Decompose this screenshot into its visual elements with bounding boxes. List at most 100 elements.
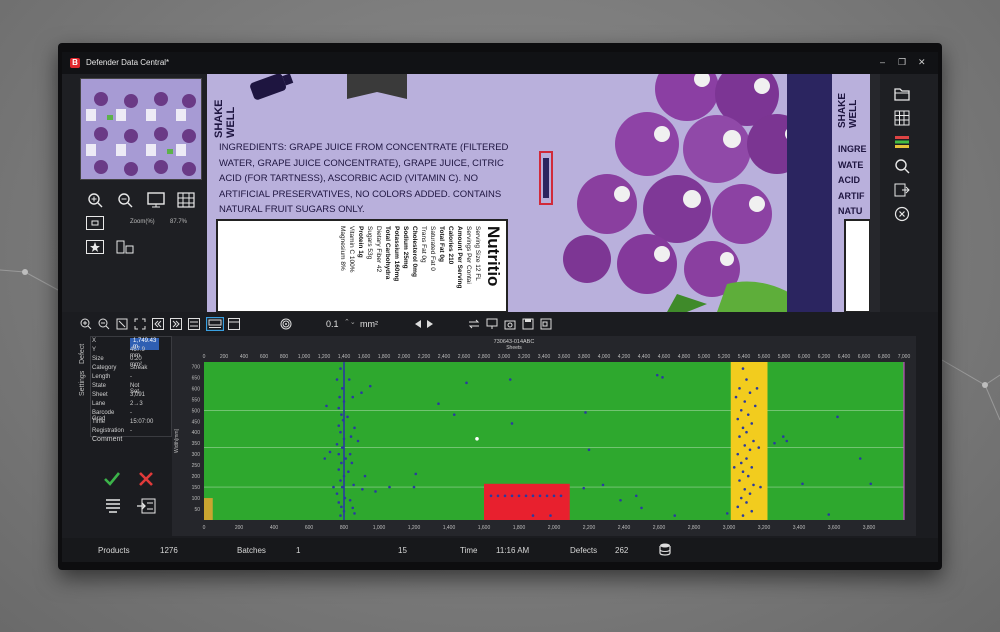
defect-point[interactable] xyxy=(736,452,740,456)
defect-point[interactable] xyxy=(587,448,591,452)
defect-point[interactable] xyxy=(388,485,391,489)
favorite-star-icon[interactable] xyxy=(86,240,104,254)
step-spinner-icon[interactable]: ⌃⌄ xyxy=(344,318,356,326)
defect-point[interactable] xyxy=(752,439,755,443)
defect-point[interactable] xyxy=(746,413,750,416)
defect-point[interactable] xyxy=(601,483,605,487)
defect-point[interactable] xyxy=(340,387,344,390)
accept-check-icon[interactable] xyxy=(104,472,120,486)
report-icon[interactable] xyxy=(540,318,552,330)
defect-point[interactable] xyxy=(352,483,355,487)
defect-point[interactable] xyxy=(858,457,862,460)
defect-point[interactable] xyxy=(752,483,755,487)
defect-point[interactable] xyxy=(337,468,341,471)
defect-point[interactable] xyxy=(748,391,752,395)
list-icon[interactable] xyxy=(104,498,122,514)
defect-point[interactable] xyxy=(343,496,347,500)
defect-point[interactable] xyxy=(340,461,343,465)
cancel-circle-icon[interactable] xyxy=(894,206,910,222)
grid-icon[interactable] xyxy=(177,192,195,208)
sheet-thumbnail[interactable] xyxy=(80,78,202,180)
defect-point[interactable] xyxy=(552,494,556,498)
defect-point[interactable] xyxy=(836,415,839,419)
defect-point[interactable] xyxy=(340,413,343,416)
defect-point[interactable] xyxy=(741,426,745,430)
defect-point[interactable] xyxy=(337,501,341,504)
defect-point[interactable] xyxy=(339,367,342,370)
defect-point[interactable] xyxy=(342,509,346,513)
fast-forward-icon[interactable] xyxy=(170,318,182,330)
tab-defect[interactable]: Defect xyxy=(79,344,86,364)
close-button[interactable]: ✕ xyxy=(918,57,926,67)
zoom-in-icon[interactable] xyxy=(80,318,92,330)
export-icon[interactable] xyxy=(894,182,910,198)
fit-frame-icon[interactable] xyxy=(86,216,104,230)
split-view-icon[interactable] xyxy=(228,318,240,330)
defect-point[interactable] xyxy=(738,435,741,438)
defect-point[interactable] xyxy=(538,494,542,498)
defect-point[interactable] xyxy=(750,422,754,425)
previous-defect-icon[interactable] xyxy=(412,318,424,330)
zoom-out-icon[interactable] xyxy=(98,318,110,330)
fingerprint-icon[interactable] xyxy=(280,318,292,330)
defect-point[interactable] xyxy=(339,479,342,482)
reject-x-icon[interactable] xyxy=(139,472,153,486)
defect-point[interactable] xyxy=(745,430,748,434)
folder-icon[interactable] xyxy=(894,86,910,102)
defect-scatter-plot[interactable]: 730643-014ABCSheets0 200 400 600 800 1,000 1,2… xyxy=(172,336,916,536)
defect-point[interactable] xyxy=(531,514,535,517)
defect-point[interactable] xyxy=(340,446,344,449)
defect-point[interactable] xyxy=(753,404,757,408)
defect-point[interactable] xyxy=(785,439,789,443)
swap-icon[interactable] xyxy=(468,318,480,330)
defect-point[interactable] xyxy=(510,422,514,425)
defect-point[interactable] xyxy=(757,446,761,449)
defect-point[interactable] xyxy=(335,442,339,446)
defect-point[interactable] xyxy=(741,367,745,370)
defect-point[interactable] xyxy=(584,411,587,414)
defect-point[interactable] xyxy=(341,418,345,422)
defect-point[interactable] xyxy=(347,470,350,474)
defect-point[interactable] xyxy=(748,492,752,495)
defect-point[interactable] xyxy=(745,378,748,381)
defect-point[interactable] xyxy=(337,406,341,410)
defect-point[interactable] xyxy=(508,378,512,381)
defect-point[interactable] xyxy=(745,501,748,504)
restore-button[interactable]: ❐ xyxy=(898,57,906,67)
table-icon[interactable] xyxy=(894,110,910,126)
defect-map-chart[interactable]: 730643-014ABC Sheets 0 200 400 600 800 1,000 1,2… xyxy=(172,336,916,536)
minimize-button[interactable]: – xyxy=(880,57,885,67)
defect-point[interactable] xyxy=(332,485,335,489)
defect-point[interactable] xyxy=(827,513,831,516)
defect-point[interactable] xyxy=(412,485,416,489)
defect-point[interactable] xyxy=(339,514,342,517)
defect-point[interactable] xyxy=(360,391,363,395)
defect-point[interactable] xyxy=(338,395,341,399)
defect-point[interactable] xyxy=(349,435,353,438)
defect-point[interactable] xyxy=(348,452,352,456)
defect-point[interactable] xyxy=(738,387,741,390)
defect-point[interactable] xyxy=(746,474,750,478)
selected-defect-point[interactable] xyxy=(475,437,479,441)
defect-point[interactable] xyxy=(801,482,804,486)
zoom-in-icon[interactable] xyxy=(87,192,103,208)
defect-point[interactable] xyxy=(739,461,743,465)
defect-point[interactable] xyxy=(748,448,752,452)
defect-point[interactable] xyxy=(781,435,785,438)
defect-point[interactable] xyxy=(869,482,873,486)
defect-point[interactable] xyxy=(344,457,348,460)
defect-point[interactable] xyxy=(736,505,740,509)
defect-point[interactable] xyxy=(739,408,743,412)
defect-point[interactable] xyxy=(743,487,747,491)
defect-point[interactable] xyxy=(655,373,659,377)
defect-point[interactable] xyxy=(339,430,342,434)
defect-point[interactable] xyxy=(619,498,622,502)
defect-point[interactable] xyxy=(755,387,759,390)
defect-point[interactable] xyxy=(634,494,638,498)
defect-point[interactable] xyxy=(328,450,332,454)
expand-icon[interactable] xyxy=(134,318,146,330)
display-icon[interactable] xyxy=(486,318,498,330)
defect-point[interactable] xyxy=(335,492,339,495)
defect-point[interactable] xyxy=(325,404,328,408)
defect-point[interactable] xyxy=(351,395,355,399)
